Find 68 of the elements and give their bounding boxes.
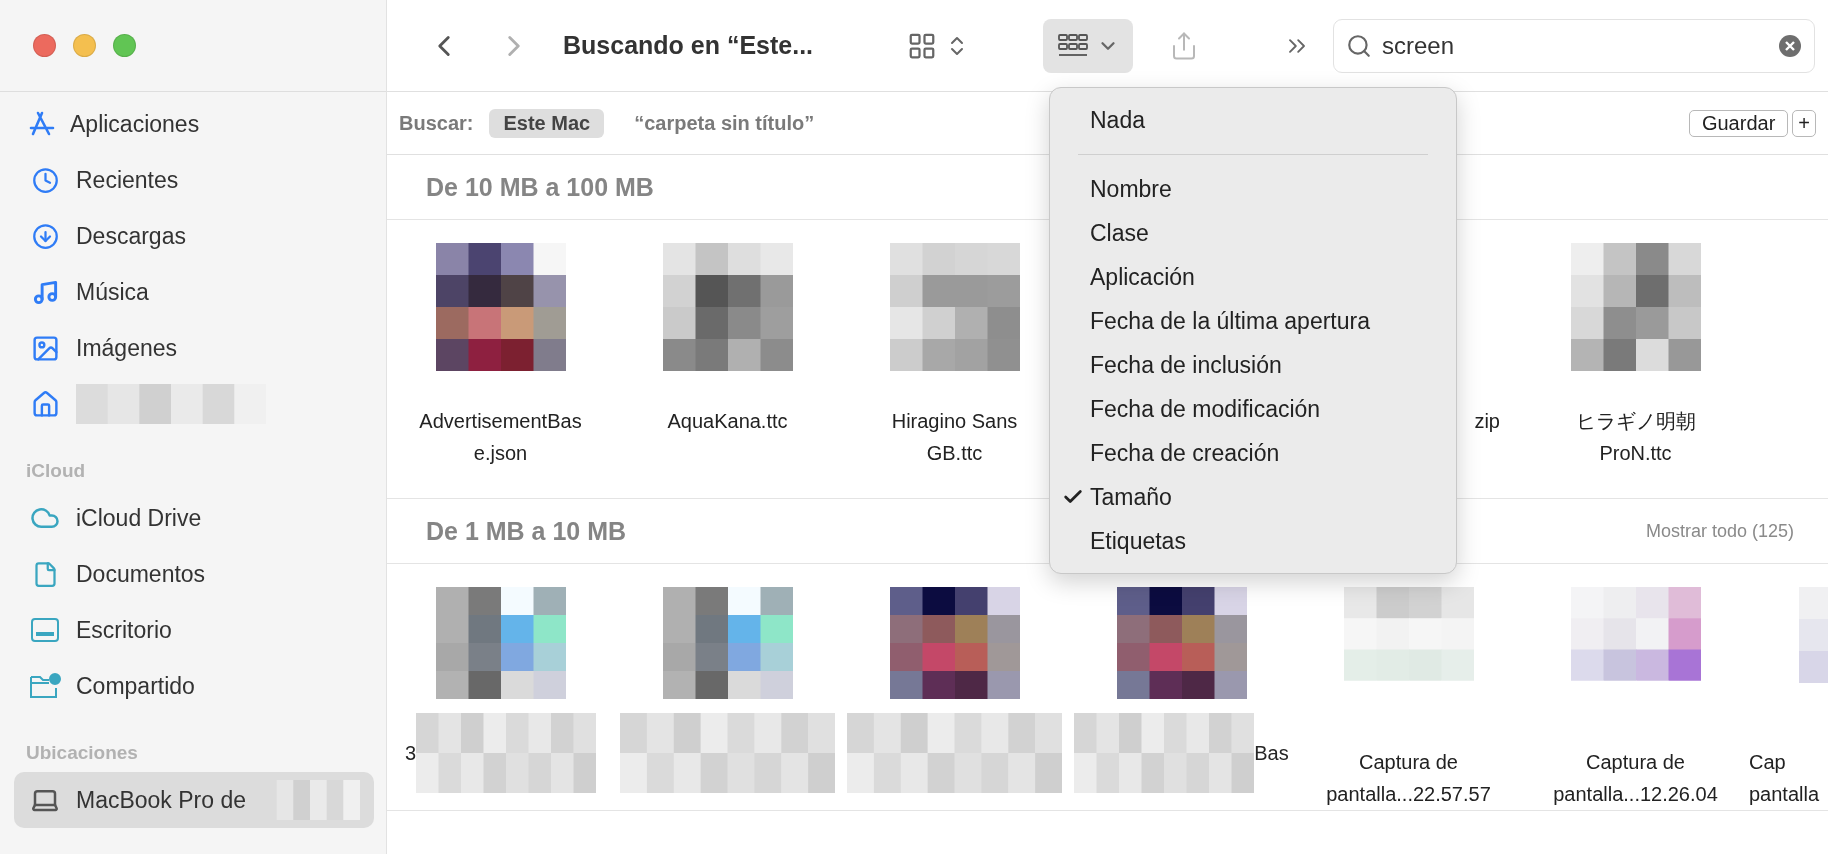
sidebar-item-label: MacBook Pro de	[76, 786, 247, 814]
file-name: 3	[404, 741, 417, 765]
window-title: Buscando en “Este...	[563, 31, 815, 60]
sidebar-item[interactable]: MacBook Pro de	[14, 772, 374, 828]
sidebar-item-label: Descargas	[76, 222, 186, 250]
sidebar-item[interactable]: Recientes	[14, 152, 374, 208]
search-field[interactable]: screen	[1333, 18, 1815, 73]
menu-item[interactable]: Nada	[1050, 98, 1456, 142]
menu-item[interactable]: Aplicación	[1050, 255, 1456, 299]
menu-item[interactable]: Fecha de creación	[1050, 431, 1456, 475]
sidebar-item-label: Documentos	[76, 560, 206, 588]
file-name: AquaKana.ttc	[667, 409, 788, 434]
sidebar-item-label: iCloud Drive	[76, 504, 202, 532]
file-name: Captura de pantalla...12.26.04	[1553, 750, 1718, 807]
sidebar-item-label: Escritorio	[76, 616, 172, 644]
sidebar-item[interactable]: iCloud Drive	[14, 490, 374, 546]
image-icon	[30, 333, 60, 363]
show-all-link[interactable]: Mostrar todo (125)	[1645, 520, 1794, 542]
desktop-icon	[30, 617, 60, 643]
sidebar-item-label: Compartido	[76, 672, 195, 700]
save-button[interactable]: Guardar	[1688, 109, 1789, 137]
menu-item[interactable]: Fecha de modificación	[1050, 387, 1456, 431]
sidebar-item[interactable]: Descargas	[14, 208, 374, 264]
file-name: ヒラギノ明朝 ProN.ttc	[1575, 409, 1696, 466]
minimize-button[interactable]	[73, 34, 96, 57]
search-value: screen	[1382, 31, 1455, 60]
sidebar-item-label: Música	[76, 278, 149, 306]
zoom-button[interactable]	[113, 34, 136, 57]
search-icon	[1346, 32, 1372, 59]
shared-folder-icon	[29, 672, 61, 700]
file-name: Hiragino Sans GB.ttc	[891, 409, 1018, 466]
group-title: De 1 MB a 10 MB	[426, 516, 627, 546]
sidebar-item[interactable]: Música	[14, 264, 374, 320]
menu-item[interactable]: Fecha de la última apertura	[1050, 299, 1456, 343]
sidebar-item[interactable]: Compartido	[14, 658, 374, 714]
app-store-icon	[28, 110, 56, 138]
sidebar-item[interactable]: Aplicaciones	[14, 96, 374, 152]
sidebar-item[interactable]: Escritorio	[14, 602, 374, 658]
file-name: Cap pantalla	[1749, 750, 1820, 807]
file-name: Bas	[1254, 741, 1289, 765]
menu-item[interactable]: Etiquetas	[1050, 519, 1456, 563]
sidebar-item-label: Aplicaciones	[70, 110, 200, 138]
menu-item[interactable]: Nombre	[1050, 167, 1456, 211]
sidebar-section-title: Ubicaciones	[25, 741, 139, 765]
scope-button[interactable]: “carpeta sin título”	[620, 108, 829, 138]
close-button[interactable]	[33, 34, 56, 57]
scope-button[interactable]: Este Mac	[489, 108, 605, 138]
add-button[interactable]: +	[1792, 109, 1816, 137]
search-scope-label: Buscar:	[399, 111, 474, 135]
download-icon	[31, 222, 59, 250]
file-name: Captura de pantalla...22.57.57	[1326, 750, 1491, 807]
group-button[interactable]	[1043, 18, 1133, 73]
clear-icon[interactable]	[1778, 33, 1802, 58]
clock-icon	[31, 166, 59, 194]
menu-item[interactable]: Tamaño	[1050, 475, 1456, 519]
sidebar-item-label: Imágenes	[76, 334, 177, 362]
file-name: AdvertisementBas e.json	[419, 409, 582, 466]
file-name: zip	[1473, 409, 1501, 434]
sidebar-item-label: Recientes	[76, 166, 179, 194]
group-view-icon	[1057, 32, 1089, 59]
music-note-icon	[31, 278, 59, 306]
menu-item[interactable]: Clase	[1050, 211, 1456, 255]
menu-item[interactable]: Fecha de inclusión	[1050, 343, 1456, 387]
sidebar-section-title: iCloud	[25, 459, 87, 483]
sidebar-item[interactable]: Imágenes	[14, 320, 374, 376]
home-icon	[30, 389, 60, 419]
group-title: De 10 MB a 100 MB	[426, 172, 654, 202]
sidebar-item[interactable]: Documentos	[14, 546, 374, 602]
